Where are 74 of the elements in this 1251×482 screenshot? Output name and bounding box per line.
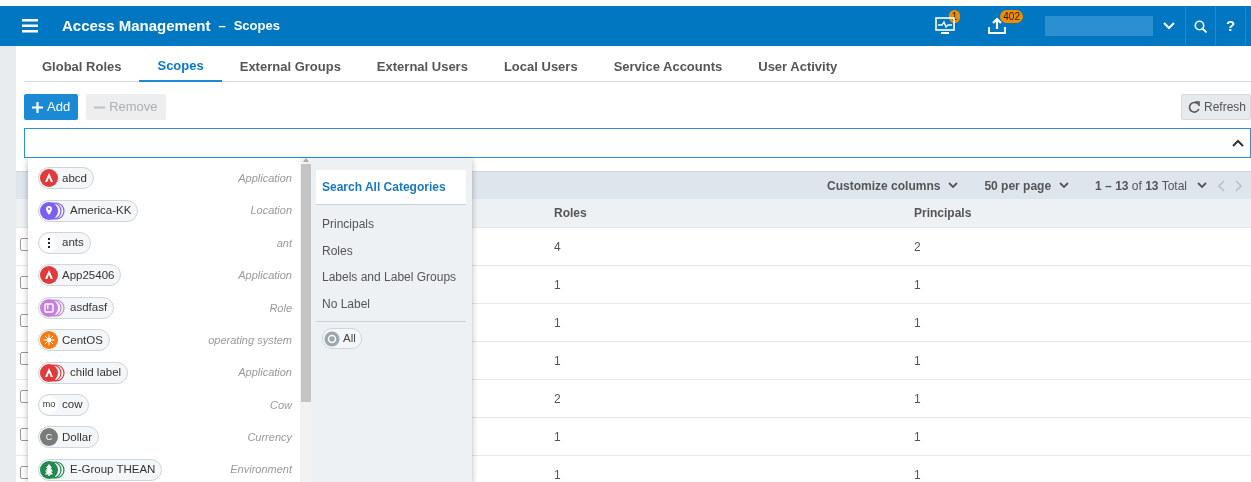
label-category: Cow [270, 397, 292, 413]
menu-icon[interactable] [22, 19, 38, 33]
column-header: Principals [914, 206, 972, 220]
table-cell: 1 [914, 429, 921, 444]
category-item[interactable]: No Label [316, 290, 377, 317]
category-item[interactable]: Principals [316, 211, 381, 238]
label-category: Application [238, 268, 292, 284]
label-chip[interactable]: ants [38, 231, 91, 254]
table-cell: 1 [554, 315, 561, 330]
page-title: Scopes [233, 17, 280, 36]
scrollbar-thumb[interactable] [301, 164, 311, 402]
scroll-up-icon[interactable] [303, 158, 309, 162]
refresh-button[interactable]: Refresh [1180, 94, 1251, 120]
per-page-dropdown[interactable]: 50 per page [984, 176, 1070, 195]
table-cell: 1 [554, 467, 561, 482]
label-chip[interactable]: abcd [38, 167, 94, 190]
search-icon[interactable] [1194, 19, 1207, 33]
tab[interactable]: External Groups [221, 52, 359, 82]
label-category: Environment [230, 462, 292, 478]
chevron-down-icon[interactable] [948, 182, 959, 189]
label-chip[interactable]: mo cow [38, 393, 90, 416]
chevron-up-icon[interactable] [1232, 139, 1244, 147]
all-chip[interactable]: All [322, 328, 362, 350]
table-cell: 4 [554, 239, 561, 254]
table-cell: 2 [554, 391, 561, 406]
table-cell: 1 [914, 391, 921, 406]
label-chip[interactable]: CentOS [38, 329, 110, 352]
tab[interactable]: User Activity [740, 52, 856, 82]
label-icon: mo [40, 395, 58, 414]
label-category: Role [269, 300, 292, 316]
label-category: ant [276, 235, 292, 251]
table-cell: 2 [914, 239, 921, 254]
app-title: Access Management [62, 15, 211, 36]
label-chip[interactable]: E-Group THEAN [38, 458, 163, 481]
upload-badge: 402 [1000, 10, 1023, 23]
label-category: operating system [208, 332, 292, 348]
chevron-down-icon[interactable] [1059, 182, 1070, 189]
label-category: Location [250, 203, 292, 219]
column-header: Roles [554, 206, 587, 220]
pagination-summary: 1 – 13 of 13 Total [1095, 177, 1187, 195]
chevron-down-icon[interactable] [1197, 182, 1207, 189]
tab[interactable]: Scopes [139, 52, 222, 82]
plus-icon [32, 101, 43, 113]
label-category: Application [238, 365, 292, 381]
refresh-icon [1187, 101, 1200, 113]
category-item[interactable]: Roles [316, 237, 359, 264]
category-item[interactable]: Labels and Label Groups [316, 264, 463, 291]
search-all-link[interactable]: Search All Categories [316, 170, 466, 205]
label-chip[interactable]: child label [38, 361, 129, 384]
table-cell: 1 [554, 429, 561, 444]
customize-columns-dropdown[interactable]: Customize columns [827, 176, 959, 195]
search-field[interactable] [24, 128, 1251, 158]
add-button[interactable]: Add [24, 94, 79, 120]
table-cell: 1 [914, 315, 921, 330]
table-cell: 1 [914, 277, 921, 292]
label-category: Application [238, 170, 292, 186]
table-cell: 1 [554, 353, 561, 368]
label-chip[interactable]: App25406 [38, 264, 122, 287]
target-icon [324, 330, 340, 347]
label-icon: C [40, 428, 58, 447]
label-category: Currency [247, 430, 292, 446]
label-chip[interactable]: America-KK [38, 199, 139, 222]
table-cell: 1 [914, 353, 921, 368]
tab[interactable]: Service Accounts [595, 52, 741, 82]
label-chip[interactable]: C Dollar [38, 426, 100, 449]
tab[interactable]: Global Roles [24, 52, 140, 82]
label-chip[interactable]: asdfasf [38, 296, 115, 319]
tab[interactable]: Local Users [485, 52, 596, 82]
tab[interactable]: External Users [358, 52, 486, 82]
user-field[interactable] [1045, 16, 1153, 36]
table-cell: 1 [914, 467, 921, 482]
help-icon[interactable]: ? [1225, 14, 1236, 38]
title-separator: – [218, 17, 226, 36]
table-cell: 1 [554, 277, 561, 292]
